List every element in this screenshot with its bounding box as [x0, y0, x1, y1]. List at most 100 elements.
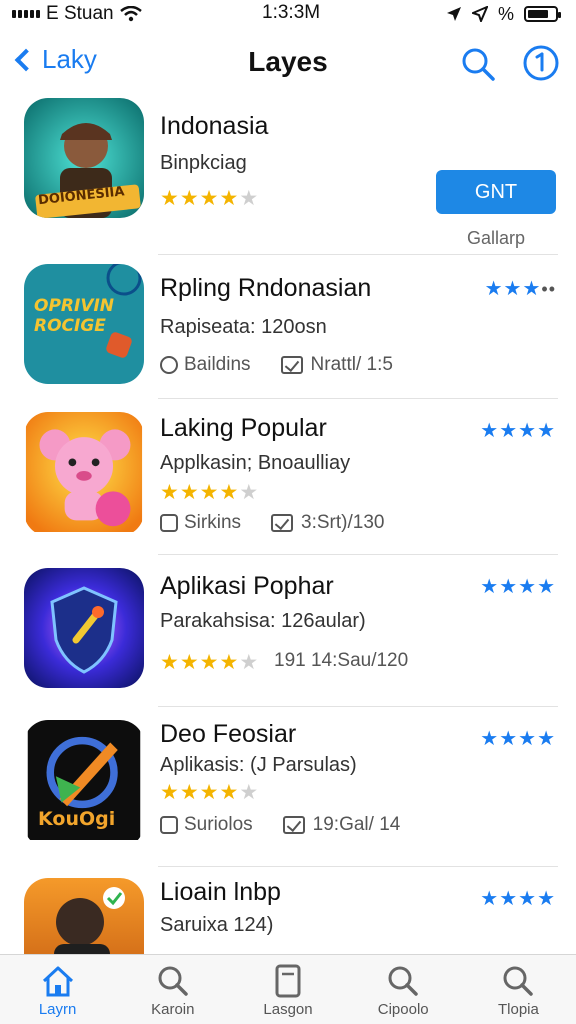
app-name: Indonasia	[160, 112, 269, 140]
app-icon-laking	[24, 412, 144, 536]
divider	[158, 706, 558, 707]
star-icon: ★	[239, 481, 259, 504]
status-right: %	[446, 3, 561, 25]
list-item[interactable]: Laking Popular Applkasin; Bnoaulliay ★ ★ ★…	[0, 412, 576, 542]
back-button[interactable]: Laky	[12, 44, 97, 75]
wifi-icon	[119, 6, 142, 22]
nav-bar: Laky Layes	[0, 36, 576, 92]
carrier-label: E Stuan	[46, 3, 114, 24]
star-rating: ★ ★ ★ ★ ★	[160, 782, 258, 803]
back-label: Laky	[42, 44, 97, 74]
list-icon	[160, 816, 178, 834]
search-icon	[503, 966, 534, 996]
star-icon: ★	[239, 781, 259, 804]
star-icon: ★	[160, 781, 179, 804]
get-button[interactable]: GNT	[436, 170, 556, 214]
app-name: Laking Popular	[160, 414, 327, 442]
star-icon: ★	[179, 651, 199, 674]
meta-right: 191 14:Sau/120	[274, 650, 409, 671]
right-rating: ★★★★	[480, 728, 556, 750]
star-icon: ★	[160, 651, 179, 674]
location-arrow-icon	[471, 6, 488, 22]
list-icon	[160, 514, 178, 532]
meta-row: Suriolos 19:Gal/ 14	[160, 814, 400, 836]
star-icon: ★	[239, 651, 259, 674]
battery-percent: %	[497, 3, 514, 24]
list-item[interactable]: OPRIVIN ROCIGE Rpling Rndonasian Rapisea…	[0, 264, 576, 394]
meta-right: 3:Srt)/130	[301, 512, 385, 533]
star-icon: ★	[239, 187, 259, 210]
list-item[interactable]: Lioain lnbp Saruixa 124) ★★★★	[0, 878, 576, 954]
meta-row: Sirkins 3:Srt)/130	[160, 512, 384, 534]
star-icon: ★	[219, 651, 239, 674]
star-rating: ★ ★ ★ ★ ★	[160, 188, 258, 209]
get-caption: Gallarp	[466, 228, 526, 248]
battery-icon	[524, 6, 561, 22]
star-icon: ★	[179, 481, 199, 504]
meta-right: Nrattl/ 1:5	[310, 354, 393, 375]
right-rating: ★★★★	[480, 888, 556, 910]
star-rating: ★ ★ ★ ★ ★	[160, 482, 258, 503]
app-subtitle: Parakahsisa: 126aular)	[160, 610, 366, 632]
divider	[158, 866, 558, 867]
tab-label: Lasgon	[263, 1001, 313, 1018]
app-icon-rpling: OPRIVIN ROCIGE	[24, 264, 144, 384]
app-subtitle: Rapiseata: 120osn	[160, 316, 327, 338]
status-time: 1:3:3M	[262, 2, 321, 23]
icon-text: OPRIVIN ROCIGE	[34, 296, 115, 336]
divider	[158, 254, 558, 255]
meta-left: Suriolos	[184, 814, 253, 835]
star-icon: ★	[219, 187, 239, 210]
checkbox-icon	[271, 514, 294, 532]
chevron-left-icon	[14, 48, 38, 71]
app-subtitle: Binpkciag	[160, 152, 247, 174]
divider	[158, 398, 558, 399]
home-icon	[42, 966, 73, 997]
star-icon: ★	[179, 781, 199, 804]
search-icon[interactable]	[460, 46, 496, 82]
star-icon: ★	[219, 781, 239, 804]
app-name: Lioain lnbp	[160, 878, 281, 906]
star-icon: ★	[160, 481, 179, 504]
app-icon-lioain	[24, 878, 144, 954]
app-icon-aplikasi	[24, 568, 144, 688]
star-icon: ★	[179, 187, 199, 210]
info-icon[interactable]	[522, 44, 560, 82]
search-icon	[158, 966, 188, 996]
star-icon: ★	[199, 781, 219, 804]
meta-row: 191 14:Sau/120	[274, 650, 408, 672]
info-icon	[160, 356, 178, 374]
icon-text: KouOgi	[38, 808, 116, 830]
meta-right: 19:Gal/ 14	[312, 814, 401, 835]
checkbox-icon	[282, 816, 305, 834]
right-rating: ★★★★	[480, 576, 556, 598]
tab-label: Karoin	[151, 1001, 195, 1018]
star-icon: ★	[199, 481, 219, 504]
app-subtitle: Aplikasis: (J Parsulas)	[160, 754, 357, 776]
more-dots: ••	[541, 279, 556, 299]
list-item[interactable]: DOIONESIIA Indonasia Binpkciag ★ ★ ★ ★ ★ GNT…	[0, 98, 576, 248]
meta-left: Baildins	[184, 354, 251, 375]
search-icon	[388, 966, 418, 996]
tab-search-2[interactable]: Cipoolo	[346, 955, 461, 1024]
app-subtitle: Saruixa 124)	[160, 914, 274, 936]
tab-documents[interactable]: Lasgon	[230, 955, 345, 1024]
star-rating: ★ ★ ★ ★ ★	[160, 652, 258, 673]
tab-home[interactable]: Layrn	[0, 955, 115, 1024]
app-name: Deo Feosiar	[160, 720, 297, 748]
tab-search[interactable]: Karoin	[115, 955, 230, 1024]
star-icon: ★	[199, 187, 219, 210]
location-arrow-icon	[446, 7, 461, 21]
tab-label: Layrn	[38, 1001, 77, 1018]
right-rating: ★★★★	[480, 420, 556, 442]
list-item[interactable]: Aplikasi Pophar Parakahsisa: 126aular) ★…	[0, 568, 576, 698]
app-subtitle: Applkasin; Bnoaulliay	[160, 452, 351, 474]
list-item[interactable]: KouOgi Deo Feosiar Aplikasis: (J Parsula…	[0, 720, 576, 850]
tab-bar: Layrn Karoin Lasgon Cipoolo Tlopia	[0, 954, 576, 1024]
tab-search-3[interactable]: Tlopia	[461, 955, 576, 1024]
star-icon: ★	[160, 187, 179, 210]
meta-row: Baildins Nrattl/ 1:5	[160, 354, 393, 376]
app-name: Rpling Rndonasian	[160, 274, 372, 302]
app-icon-deo: KouOgi	[24, 720, 144, 848]
divider	[158, 554, 558, 555]
